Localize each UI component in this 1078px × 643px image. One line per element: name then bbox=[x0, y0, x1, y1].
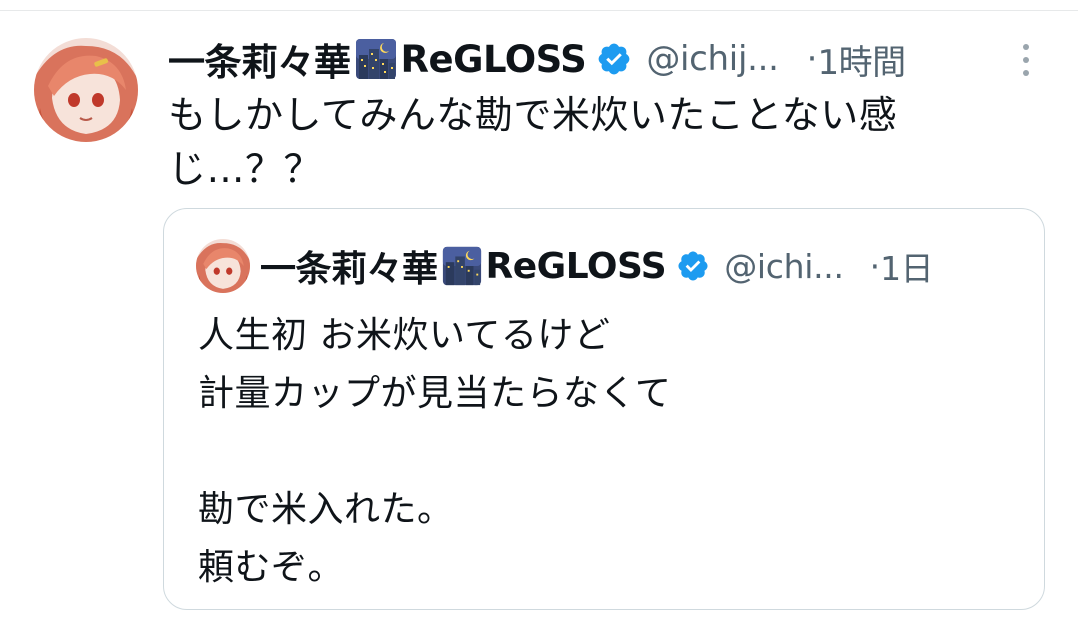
more-options-icon[interactable] bbox=[1012, 42, 1040, 78]
quote-text-line: 人生初 お米炊いてるけど bbox=[198, 315, 611, 356]
quote-tweet-card[interactable]: 一条莉々華 ReGLOSS @ichi... · 1日 人生初 お米炊いてるけど… bbox=[163, 208, 1045, 610]
quote-text-line bbox=[198, 423, 1018, 481]
quote-timestamp: 1日 bbox=[880, 249, 934, 288]
tweet-text: もしかしてみんな勘で米炊いたことない感じ…？？ bbox=[168, 93, 898, 191]
quote-author-name: 一条莉々華 bbox=[260, 249, 438, 290]
quote-text-line: 頼むぞ。 bbox=[198, 547, 345, 588]
quote-avatar bbox=[196, 239, 250, 293]
quote-header: 一条莉々華 ReGLOSS @ichi... · 1日 bbox=[260, 239, 1030, 293]
separator-dot: · bbox=[869, 246, 881, 286]
quote-text-line: 計量カップが見当たらなくて bbox=[198, 373, 672, 414]
city-night-icon bbox=[441, 245, 483, 287]
quote-author-handle: @ichi... bbox=[724, 246, 844, 286]
avatar-image bbox=[34, 38, 138, 142]
quote-avatar-image bbox=[196, 239, 250, 293]
quote-text-line: 勘で米入れた。 bbox=[198, 489, 454, 530]
separator-dot: · bbox=[806, 39, 818, 79]
author-handle[interactable]: @ichij... bbox=[646, 39, 779, 79]
avatar[interactable] bbox=[34, 38, 138, 142]
tweet-timestamp[interactable]: 1時間 bbox=[817, 35, 906, 84]
verified-badge-icon bbox=[676, 249, 710, 283]
author-name[interactable]: 一条莉々華 bbox=[168, 32, 351, 86]
city-night-icon bbox=[354, 37, 398, 81]
quote-author-name-suffix: ReGLOSS bbox=[485, 245, 667, 287]
quote-text: 人生初 お米炊いてるけど 計量カップが見当たらなくて 勘で米入れた。 頼むぞ。 bbox=[198, 307, 1018, 597]
author-name-suffix[interactable]: ReGLOSS bbox=[401, 38, 587, 81]
timeline-divider bbox=[0, 10, 1078, 11]
tweet-header: 一条莉々華 ReGLOSS @ichij... · 1時間 bbox=[168, 30, 1048, 88]
verified-badge-icon[interactable] bbox=[596, 41, 632, 77]
